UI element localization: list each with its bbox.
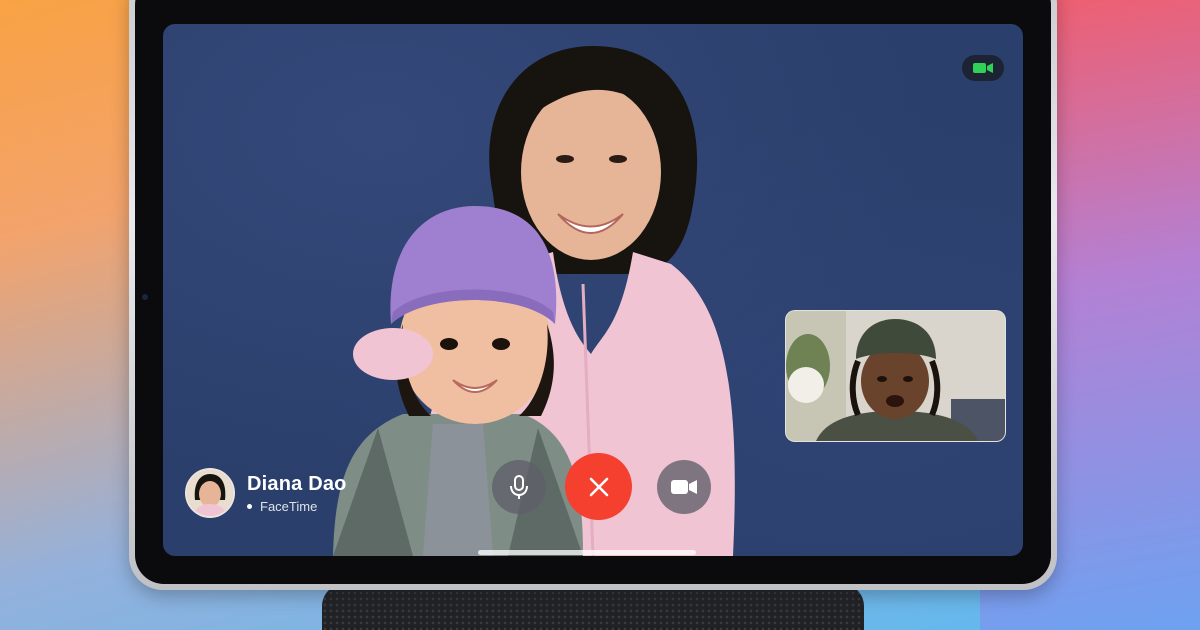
mute-button[interactable]	[492, 460, 546, 514]
self-view-video	[786, 311, 1005, 441]
caller-info[interactable]: Diana Dao FaceTime	[185, 468, 347, 518]
end-call-button[interactable]	[565, 453, 632, 520]
speaker-base	[322, 584, 864, 630]
home-indicator[interactable]	[478, 550, 696, 555]
video-camera-icon	[671, 480, 697, 494]
self-view-pip[interactable]	[785, 310, 1006, 442]
status-dot	[247, 504, 252, 509]
video-toggle-button[interactable]	[657, 460, 711, 514]
close-x-icon	[589, 477, 608, 496]
facetime-screen: Diana Dao FaceTime	[163, 24, 1023, 556]
caller-app-line: FaceTime	[247, 499, 347, 514]
side-camera-dot	[142, 294, 148, 300]
caller-name: Diana Dao	[247, 473, 347, 495]
video-camera-green-icon	[973, 63, 993, 73]
caller-avatar	[185, 468, 235, 518]
camera-in-use-indicator	[962, 55, 1004, 81]
microphone-icon	[510, 475, 528, 499]
caller-app-label: FaceTime	[260, 499, 318, 514]
